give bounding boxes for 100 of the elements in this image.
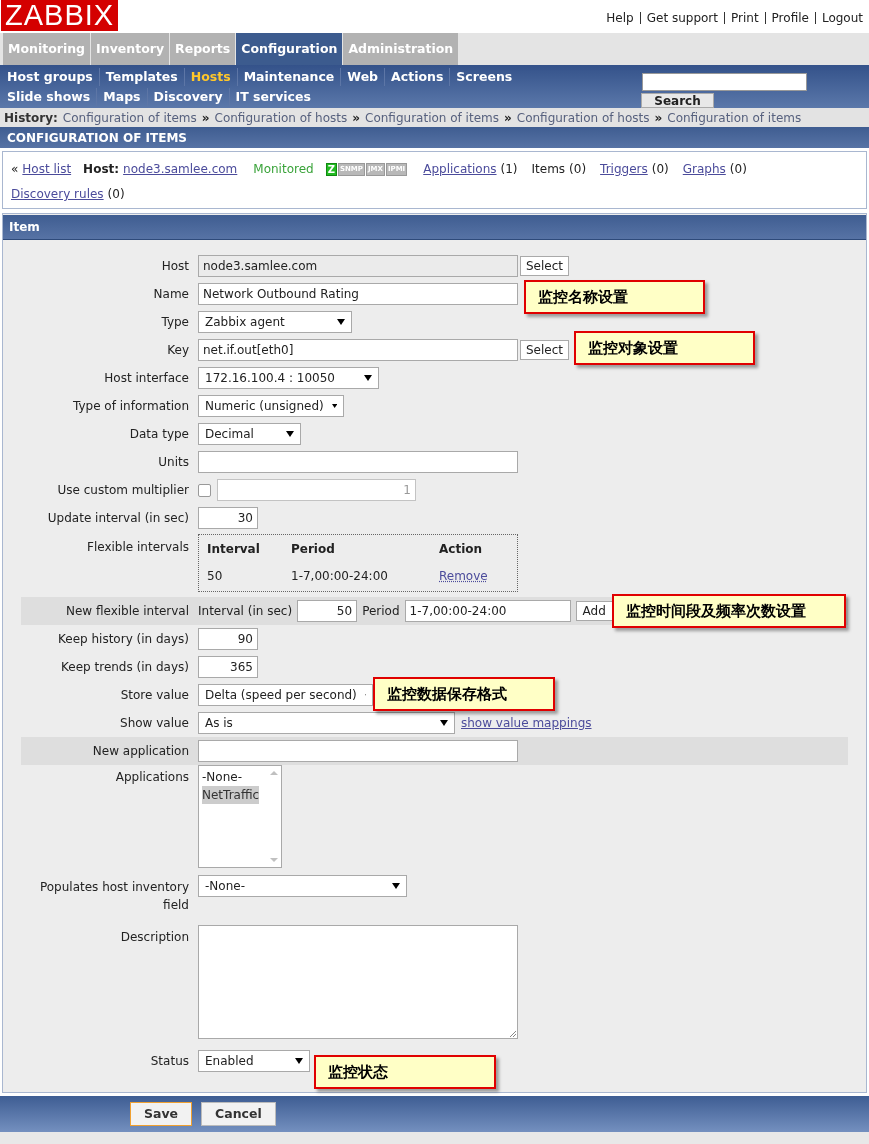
menu-tab[interactable]: Configuration bbox=[236, 33, 343, 65]
input-field[interactable]: Network Outbound Rating bbox=[198, 283, 518, 305]
count: (0) bbox=[651, 161, 669, 178]
table-cell-text: 1-7,00:00-24:00 bbox=[291, 568, 389, 585]
submenu-item[interactable]: IT services bbox=[229, 87, 317, 107]
search-field[interactable] bbox=[642, 73, 807, 91]
history-link[interactable]: Configuration of hosts bbox=[516, 108, 650, 127]
number-field[interactable]: 90 bbox=[198, 628, 258, 650]
column-header: Period bbox=[291, 541, 336, 558]
host-link[interactable]: node3.samlee.com bbox=[123, 160, 238, 178]
input-field[interactable]: node3.samlee.com bbox=[198, 255, 518, 277]
input-field[interactable] bbox=[198, 451, 518, 473]
select-field[interactable]: 172.16.100.4 : 10050 bbox=[198, 367, 379, 389]
host-status: Monitored bbox=[253, 161, 314, 178]
host-list-link[interactable]: Host list bbox=[22, 160, 72, 178]
add-button[interactable]: Add bbox=[575, 601, 613, 621]
submenu-item[interactable]: Maintenance bbox=[237, 67, 342, 87]
breadcrumb-separator: » bbox=[654, 109, 663, 127]
annotation-callout: 监控数据保存格式 bbox=[373, 677, 555, 711]
field-label: Description bbox=[120, 930, 189, 944]
select-button[interactable]: Select bbox=[520, 256, 570, 276]
remove-link[interactable]: Remove bbox=[439, 567, 488, 585]
list-option[interactable]: NetTraffic bbox=[202, 786, 260, 804]
header-link[interactable]: Logout bbox=[821, 9, 863, 27]
select-field[interactable]: -None- bbox=[198, 875, 407, 897]
header-link[interactable]: Print bbox=[731, 9, 759, 27]
host-nav-link[interactable]: Graphs bbox=[682, 160, 726, 178]
host-label: Host: bbox=[83, 161, 120, 178]
column-header: Interval bbox=[207, 541, 261, 558]
history-link[interactable]: Configuration of items bbox=[365, 108, 499, 127]
host-nav-link[interactable]: Applications bbox=[423, 160, 497, 178]
field-label: Name bbox=[153, 287, 189, 301]
submenu-item[interactable]: Host groups bbox=[1, 67, 100, 87]
field-label: Key bbox=[167, 343, 189, 357]
value-mappings-link[interactable]: show value mappings bbox=[461, 714, 592, 732]
submenu-item[interactable]: Screens bbox=[450, 67, 519, 87]
field-label: Store value bbox=[120, 688, 189, 702]
submenu-item[interactable]: Templates bbox=[99, 67, 185, 87]
history-link[interactable]: Configuration of items bbox=[667, 108, 802, 127]
field-label: Flexible intervals bbox=[87, 540, 189, 554]
select-field[interactable]: Numeric (unsigned) bbox=[198, 395, 344, 417]
field-label: Interval (in sec) bbox=[198, 603, 293, 620]
field-label: Status bbox=[150, 1054, 189, 1068]
field-label: Keep trends (in days) bbox=[61, 660, 189, 674]
annotation-callout: 监控名称设置 bbox=[524, 280, 705, 314]
input-field[interactable]: net.if.out[eth0] bbox=[198, 339, 518, 361]
field-label: Update interval (in sec) bbox=[47, 511, 189, 525]
list-option[interactable]: -None- bbox=[202, 768, 242, 786]
column-header: Action bbox=[439, 541, 483, 558]
host-nav-link[interactable]: Triggers bbox=[600, 160, 648, 178]
period-field[interactable]: 1-7,00:00-24:00 bbox=[404, 600, 571, 622]
section-label: Items bbox=[531, 161, 566, 178]
field-label: Host bbox=[161, 259, 189, 273]
applications-list[interactable]: -None- NetTraffic bbox=[198, 765, 282, 868]
header-link[interactable]: Help bbox=[606, 9, 634, 27]
field-label: Applications bbox=[115, 770, 189, 784]
header-link[interactable]: Profile bbox=[771, 9, 809, 27]
cancel-button[interactable]: Cancel bbox=[201, 1102, 276, 1126]
annotation-callout: 监控时间段及频率次数设置 bbox=[612, 594, 846, 628]
field-label: Units bbox=[158, 455, 189, 469]
interval-field[interactable]: 50 bbox=[297, 600, 358, 622]
breadcrumb-separator: » bbox=[352, 109, 361, 127]
field-label: Data type bbox=[129, 427, 189, 441]
number-field[interactable]: 365 bbox=[198, 656, 258, 678]
header-link[interactable]: Get support bbox=[646, 9, 718, 27]
submenu-item[interactable]: Slide shows bbox=[1, 87, 98, 107]
select-field[interactable]: Enabled bbox=[198, 1050, 310, 1072]
search-button[interactable]: Search bbox=[641, 93, 714, 108]
select-field[interactable]: Delta (speed per second) bbox=[198, 684, 373, 706]
field-label: Type of information bbox=[73, 399, 189, 413]
select-field[interactable]: Decimal bbox=[198, 423, 301, 445]
submenu-item[interactable]: Hosts bbox=[184, 67, 238, 87]
submenu-item[interactable]: Discovery bbox=[147, 87, 230, 107]
input-field[interactable] bbox=[198, 740, 518, 762]
availability-badge: Z bbox=[325, 162, 337, 176]
field-label: Show value bbox=[120, 716, 189, 730]
back-mark: « bbox=[11, 161, 19, 178]
count: (1) bbox=[500, 161, 518, 178]
save-button[interactable]: Save bbox=[130, 1102, 193, 1126]
select-field[interactable]: As is bbox=[198, 712, 455, 734]
number-field[interactable]: 30 bbox=[198, 507, 258, 529]
field-label: New application bbox=[92, 744, 189, 758]
resize-handle-icon bbox=[509, 1030, 517, 1038]
field-label: Host interface bbox=[104, 371, 189, 385]
annotation-callout: 监控对象设置 bbox=[574, 331, 755, 365]
host-nav-link[interactable]: Discovery rules bbox=[11, 185, 104, 203]
history-link[interactable]: Configuration of items bbox=[62, 108, 197, 127]
submenu-item[interactable]: Maps bbox=[97, 87, 148, 107]
count: (0) bbox=[107, 186, 125, 203]
field-label: Keep history (in days) bbox=[58, 632, 189, 646]
submenu-item[interactable]: Actions bbox=[385, 67, 451, 87]
description-field[interactable] bbox=[198, 925, 518, 1039]
breadcrumb-separator: » bbox=[504, 109, 512, 127]
submenu-item[interactable]: Web bbox=[341, 67, 386, 87]
select-button[interactable]: Select bbox=[520, 340, 570, 360]
select-field[interactable]: Zabbix agent bbox=[198, 311, 352, 333]
count: (0) bbox=[569, 161, 587, 178]
history-link[interactable]: Configuration of hosts bbox=[214, 108, 348, 127]
field-label: Type bbox=[161, 315, 189, 329]
field-label: Use custom multiplier bbox=[57, 483, 189, 497]
